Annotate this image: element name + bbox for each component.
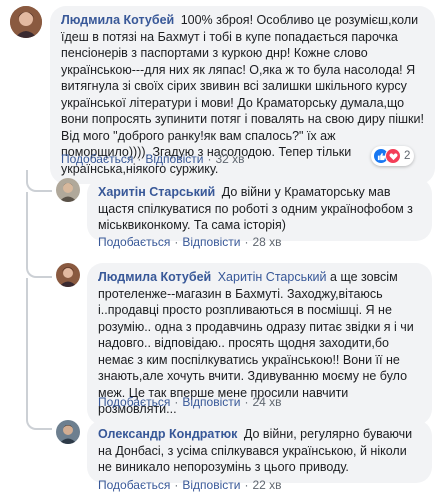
comment-time[interactable]: 28 хв	[252, 235, 281, 249]
avatar[interactable]	[56, 263, 80, 287]
profile-photo-icon	[56, 178, 80, 202]
comment-actions: Подобається · Відповісти · 22 хв	[98, 478, 282, 492]
like-link[interactable]: Подобається	[61, 152, 133, 166]
comment-author[interactable]: Харитін Старський	[98, 185, 215, 199]
profile-photo-icon	[10, 6, 42, 38]
like-link[interactable]: Подобається	[98, 478, 170, 492]
reply-connector	[26, 170, 52, 192]
reply-link[interactable]: Відповісти	[182, 395, 240, 409]
comment-actions: Подобається · Відповісти · 28 хв	[98, 235, 282, 249]
reactions-summary[interactable]: 2	[371, 146, 415, 166]
comment-actions: Подобається · Відповісти · 24 хв	[98, 395, 282, 409]
comment-time[interactable]: 24 хв	[252, 395, 281, 409]
reply-link[interactable]: Відповісти	[182, 235, 240, 249]
mention-link[interactable]: Харитін Старський	[218, 270, 327, 284]
reactions-count: 2	[404, 150, 411, 162]
comment-author[interactable]: Людмила Котубей	[61, 13, 174, 27]
profile-photo-icon	[56, 263, 80, 287]
avatar[interactable]	[10, 6, 42, 38]
comment-bubble: Харитін Старський До війни у Краматорськ…	[87, 178, 432, 241]
comment-author[interactable]: Олександр Кондратюк	[98, 427, 237, 441]
reply-connector	[26, 192, 52, 278]
love-reaction-icon	[385, 148, 401, 164]
comment-bubble: Олександр Кондратюк До війни, регулярно …	[87, 420, 432, 483]
comment-2: Харитін Старський До війни у Краматорськ…	[56, 178, 432, 241]
reply-connector	[26, 278, 52, 430]
comment-time[interactable]: 32 хв	[215, 152, 244, 166]
like-link[interactable]: Подобається	[98, 235, 170, 249]
avatar[interactable]	[56, 420, 80, 444]
like-link[interactable]: Подобається	[98, 395, 170, 409]
comment-4: Олександр Кондратюк До війни, регулярно …	[56, 420, 432, 483]
comment-time[interactable]: 22 хв	[252, 478, 281, 492]
reply-link[interactable]: Відповісти	[145, 152, 203, 166]
comment-actions: Подобається · Відповісти · 32 хв	[61, 152, 245, 166]
comment-author[interactable]: Людмила Котубей	[98, 270, 211, 284]
avatar[interactable]	[56, 178, 80, 202]
reply-link[interactable]: Відповісти	[182, 478, 240, 492]
profile-photo-icon	[56, 420, 80, 444]
